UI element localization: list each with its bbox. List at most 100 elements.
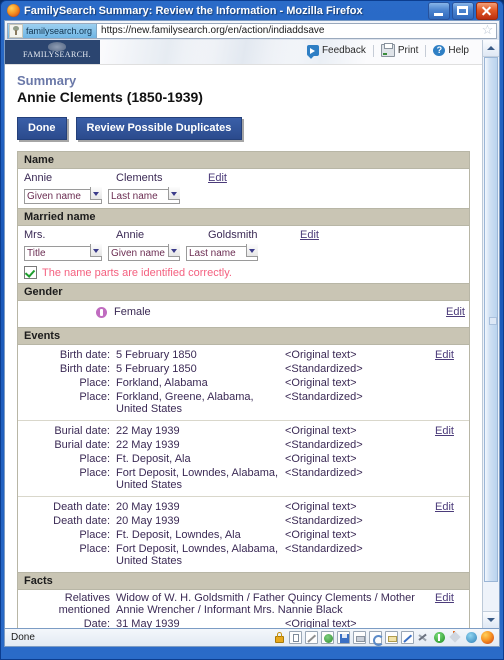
firefox-icon[interactable] <box>481 631 494 644</box>
gender-edit-link[interactable]: Edit <box>446 306 469 318</box>
row-value: Fort Deposit, Lowndes, Alabama, United S… <box>116 543 279 567</box>
married-part-select-1[interactable]: Title <box>24 246 102 261</box>
death-edit-link[interactable]: Edit <box>435 501 469 513</box>
page-content: FAMILYSEARCH. Feedback Print ? Help Summ… <box>5 40 482 628</box>
scrollbar-track[interactable] <box>483 57 499 611</box>
gender-value: Female <box>114 306 151 318</box>
minimize-button[interactable] <box>428 1 450 20</box>
help-link[interactable]: ? Help <box>426 45 476 56</box>
row-label: Date: <box>83 618 110 628</box>
brush-icon[interactable] <box>401 631 414 644</box>
globe-icon[interactable] <box>321 631 334 644</box>
row-label: Death date: <box>53 515 110 527</box>
close-button[interactable] <box>476 1 498 20</box>
row-value: 20 May 1939 <box>116 501 180 513</box>
table-row: Death date: 20 May 1939 <Standardized> <box>18 514 469 528</box>
table-row: Place: Fort Deposit, Lowndes, Alabama, U… <box>18 542 469 568</box>
print-link[interactable]: Print <box>374 43 426 57</box>
page-title: Annie Clements (1850-1939) <box>17 89 203 105</box>
shield-icon[interactable] <box>433 631 446 644</box>
star-icon[interactable]: ☆ <box>481 23 494 37</box>
facts-edit-link[interactable]: Edit <box>435 592 469 604</box>
table-row: Place: Forkland, Alabama <Original text> <box>18 376 469 390</box>
row-note: <Original text> <box>285 349 357 361</box>
female-icon <box>96 306 107 318</box>
married-name-edit-link[interactable]: Edit <box>300 229 319 241</box>
feedback-link[interactable]: Feedback <box>300 45 373 56</box>
married-given-value: Annie <box>116 229 145 241</box>
name-part-select-2[interactable]: Last name <box>108 189 180 204</box>
print-label: Print <box>397 45 419 56</box>
mail-icon[interactable] <box>385 631 398 644</box>
name-section: Name Annie Clements Edit Given name Last… <box>17 151 470 284</box>
table-row: Burial date: 22 May 1939 <Original text>… <box>18 424 469 438</box>
lock-icon[interactable] <box>273 631 286 644</box>
married-part-select-3[interactable]: Last name <box>186 246 258 261</box>
navigation-bar: familysearch.org https://new.familysearc… <box>4 20 500 40</box>
name-part-select-1[interactable]: Given name <box>24 189 102 204</box>
maximize-button[interactable] <box>452 1 474 20</box>
url-text[interactable]: https://new.familysearch.org/en/action/i… <box>97 25 479 36</box>
status-bar: Done <box>4 629 500 647</box>
familysearch-logo[interactable]: FAMILYSEARCH. <box>14 42 100 59</box>
table-row: Date: 31 May 1939 <Original text> <box>18 617 469 628</box>
name-selects-row: Given name Last name <box>24 186 463 204</box>
married-name-grid: Mrs. Annie Goldsmith Edit Title Given na… <box>18 226 469 265</box>
table-row: Place: Ft. Deposit, Lowndes, Ala <Origin… <box>18 528 469 542</box>
married-part-select-3-wrap: Last name <box>186 243 258 261</box>
pencil-icon[interactable] <box>305 631 318 644</box>
burial-edit-link[interactable]: Edit <box>435 425 469 437</box>
scroll-up-button[interactable] <box>483 40 499 57</box>
row-label: Birth date: <box>59 363 110 375</box>
row-label: Place: <box>79 453 110 465</box>
row-label: Burial date: <box>54 425 110 437</box>
row-value: 20 May 1939 <box>116 515 180 527</box>
sync-icon[interactable] <box>465 631 478 644</box>
married-part-select-2[interactable]: Given name <box>108 246 180 261</box>
row-label: Place: <box>79 377 110 389</box>
row-note: <Original text> <box>285 529 357 541</box>
print-icon[interactable] <box>353 631 366 644</box>
save-icon[interactable] <box>337 631 350 644</box>
refresh-icon[interactable] <box>369 631 384 646</box>
events-section: Events Birth date: 5 February 1850 <Orig… <box>17 328 470 573</box>
row-value: 22 May 1939 <box>116 425 180 437</box>
row-value: Ft. Deposit, Lowndes, Ala <box>116 529 241 541</box>
page-viewport: FAMILYSEARCH. Feedback Print ? Help Summ… <box>4 40 500 629</box>
row-note: <Original text> <box>285 501 357 513</box>
relatives-label-line1: Relatives <box>64 592 110 604</box>
name-parts-checkbox-label: The name parts are identified correctly. <box>42 266 232 279</box>
scroll-down-button[interactable] <box>483 611 499 628</box>
name-parts-checkbox[interactable] <box>24 266 37 279</box>
row-value: Forkland, Alabama <box>116 377 208 389</box>
relatives-mentioned-row: Relatives mentioned Widow of W. H. Golds… <box>18 590 469 617</box>
help-label: Help <box>448 45 469 56</box>
name-part-select-2-wrap: Last name <box>108 186 180 204</box>
help-icon: ? <box>433 45 446 56</box>
url-bar[interactable]: familysearch.org https://new.familysearc… <box>7 22 497 39</box>
scrollbar-thumb[interactable] <box>484 57 498 582</box>
title-bar: FamilySearch Summary: Review the Informa… <box>4 1 500 20</box>
review-possible-duplicates-button[interactable]: Review Possible Duplicates <box>75 117 243 140</box>
name-parts-confirm-row[interactable]: The name parts are identified correctly. <box>18 265 469 283</box>
events-section-body: Birth date: 5 February 1850 <Original te… <box>18 345 469 572</box>
summary-page: Summary Annie Clements (1850-1939) Done … <box>5 65 482 628</box>
events-section-heading: Events <box>18 328 469 345</box>
done-button[interactable]: Done <box>17 117 67 140</box>
birth-edit-link[interactable]: Edit <box>435 349 469 361</box>
row-note: <Standardized> <box>285 543 363 555</box>
row-label: Place: <box>79 467 110 479</box>
name-part-select-1-wrap: Given name <box>24 186 102 204</box>
plugin-icon[interactable] <box>449 631 462 644</box>
action-button-row: Done Review Possible Duplicates <box>17 117 470 140</box>
name-edit-link[interactable]: Edit <box>208 172 227 184</box>
vertical-scrollbar[interactable] <box>482 40 499 628</box>
site-identity-chip[interactable]: familysearch.org <box>8 23 98 38</box>
row-value: Fort Deposit, Lowndes, Alabama, United S… <box>116 467 279 491</box>
page-icon[interactable] <box>289 631 302 644</box>
gender-section-heading: Gender <box>18 284 469 301</box>
tools-icon[interactable] <box>417 631 430 644</box>
table-row: Death date: 20 May 1939 <Original text> … <box>18 500 469 514</box>
married-name-heading: Married name <box>18 208 469 226</box>
row-value: Ft. Deposit, Ala <box>116 453 191 465</box>
